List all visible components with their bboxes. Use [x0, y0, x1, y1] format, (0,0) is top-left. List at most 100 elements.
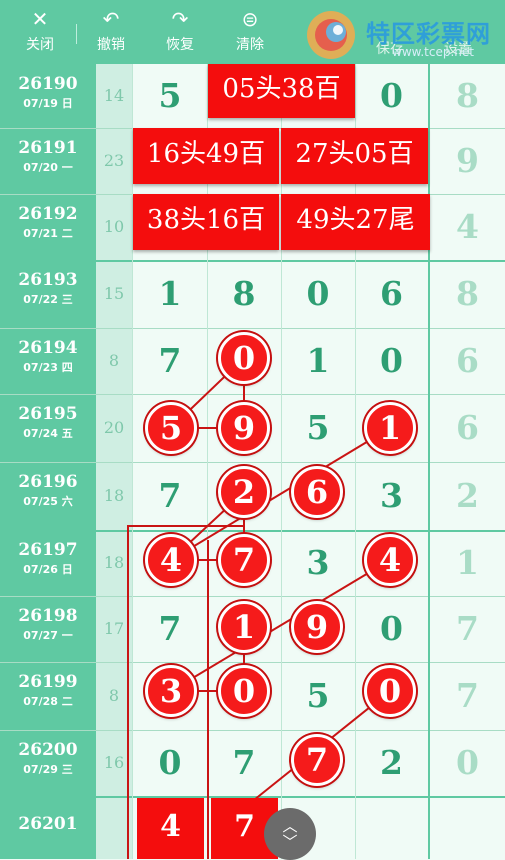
issue-number: 26199: [18, 672, 78, 692]
issue-cell: 26198 07/27 一: [0, 596, 96, 662]
digit-cell: 5: [158, 76, 182, 115]
highlight-ball: 7: [218, 534, 270, 586]
range-box: 49头27尾: [281, 194, 430, 250]
digit-cell: 0: [380, 341, 403, 380]
redo-label: 恢复: [166, 37, 194, 53]
toolbar-divider: [76, 24, 77, 44]
issue-cell: 26194 07/23 四: [0, 328, 96, 394]
pick-box: 4: [137, 798, 204, 859]
digit-cell: 1: [306, 341, 330, 380]
issue-number: 26198: [18, 606, 78, 626]
watermark-name: 特区彩票网: [366, 20, 491, 48]
issue-date: 07/26 日: [23, 563, 73, 576]
issue-cell: 26190 07/19 日: [0, 64, 96, 128]
digit-cell: 3: [306, 543, 330, 582]
span-value: 15: [96, 260, 132, 328]
clear-button[interactable]: ⊜ 清除: [220, 0, 280, 64]
issue-date: 07/24 五: [23, 427, 73, 440]
issue-date: 07/25 六: [23, 495, 73, 508]
watermark-url: www.tcep.net: [392, 45, 474, 59]
digit-cell: 5: [306, 408, 330, 447]
redo-button[interactable]: ↷ 恢复: [150, 0, 210, 64]
digit-cell: [355, 796, 428, 859]
digit-cell: 1: [158, 274, 182, 313]
issue-cell: 26192 07/21 二: [0, 194, 96, 260]
issue-cell: 26193 07/22 三: [0, 260, 96, 328]
issue-number: 26196: [18, 472, 78, 492]
issue-date: 07/21 二: [23, 227, 73, 240]
span-value: 18: [96, 462, 132, 530]
digit-cell: 0: [380, 609, 403, 648]
digit-cell: 8: [232, 274, 256, 313]
span-value: [96, 796, 132, 859]
span-value: 18: [96, 530, 132, 596]
span-value: 14: [96, 64, 132, 128]
issue-cell: 26197 07/26 日: [0, 530, 96, 596]
toolbar: ✕ 关闭 ↶ 撤销 ↷ 恢复 ⊜ 清除 保存 设置 特区彩票网 www.tcep…: [0, 0, 505, 64]
watermark: 特区彩票网 www.tcep.net: [302, 6, 505, 64]
tail-cell: 7: [456, 676, 479, 715]
scroll-handle[interactable]: ︿ ﹀: [264, 808, 316, 860]
undo-label: 撤销: [97, 37, 125, 53]
span-value: 8: [96, 662, 132, 730]
tail-cell: 8: [456, 76, 479, 115]
tail-cell: 4: [456, 207, 479, 246]
logo-swirl-icon: [307, 11, 355, 59]
tail-cell: 7: [456, 609, 479, 648]
issue-date: 07/22 三: [23, 293, 73, 306]
highlight-ball: 0: [364, 665, 416, 717]
tail-cell: 1: [456, 543, 479, 582]
digit-cell: 7: [158, 476, 182, 515]
highlight-ball: 4: [145, 534, 197, 586]
issue-cell: 26196 07/25 六: [0, 462, 96, 530]
column-divider: [428, 64, 430, 859]
digit-cell: 3: [380, 476, 403, 515]
digit-cell: 0: [380, 76, 403, 115]
highlight-ball: 9: [218, 402, 270, 454]
range-box: 16头49百: [133, 128, 279, 184]
issue-number: 26191: [18, 138, 78, 158]
span-value: 20: [96, 394, 132, 462]
tail-cell: 8: [456, 274, 479, 313]
highlight-ball: 1: [218, 601, 270, 653]
digit-cell: 5: [306, 676, 330, 715]
highlight-ball: 0: [218, 332, 270, 384]
highlight-ball: 0: [218, 665, 270, 717]
redo-icon: ↷: [171, 7, 189, 31]
tail-cell: 2: [456, 476, 479, 515]
close-icon: ✕: [31, 7, 49, 31]
issue-date: 07/23 四: [23, 361, 73, 374]
close-button[interactable]: ✕ 关闭: [10, 0, 70, 64]
digit-cell: 0: [158, 743, 182, 782]
highlight-ball: 9: [291, 601, 343, 653]
issue-date: 07/29 三: [23, 763, 73, 776]
tail-cell: [430, 796, 505, 859]
highlight-ball: 7: [291, 734, 343, 786]
range-box: 05头38百: [208, 64, 355, 118]
issue-cell: 26191 07/20 一: [0, 128, 96, 194]
chevron-up-icon: ︿: [282, 817, 298, 835]
clear-label: 清除: [236, 37, 264, 53]
issue-number: 26195: [18, 404, 78, 424]
issue-cell: 26195 07/24 五: [0, 394, 96, 462]
highlight-ball: 1: [364, 402, 416, 454]
digit-cell: 7: [232, 743, 256, 782]
tail-cell: 9: [456, 141, 479, 180]
issue-cell: 26199 07/28 二: [0, 662, 96, 730]
undo-button[interactable]: ↶ 撤销: [81, 0, 141, 64]
span-value: 10: [96, 194, 132, 260]
highlight-ball: 4: [364, 534, 416, 586]
tail-cell: 6: [456, 408, 479, 447]
issue-number: 26197: [18, 540, 78, 560]
issue-date: 07/20 一: [23, 161, 73, 174]
span-value: 16: [96, 730, 132, 796]
issue-cell: 26200 07/29 三: [0, 730, 96, 796]
span-value: 8: [96, 328, 132, 394]
issue-number: 26201: [18, 814, 78, 834]
span-value: 23: [96, 128, 132, 194]
range-box: 27头05百: [281, 128, 428, 184]
issue-number: 26193: [18, 270, 78, 290]
issue-date: 07/19 日: [23, 97, 73, 110]
issue-cell: 26201: [0, 796, 96, 859]
trash-icon: ⊜: [241, 7, 259, 31]
